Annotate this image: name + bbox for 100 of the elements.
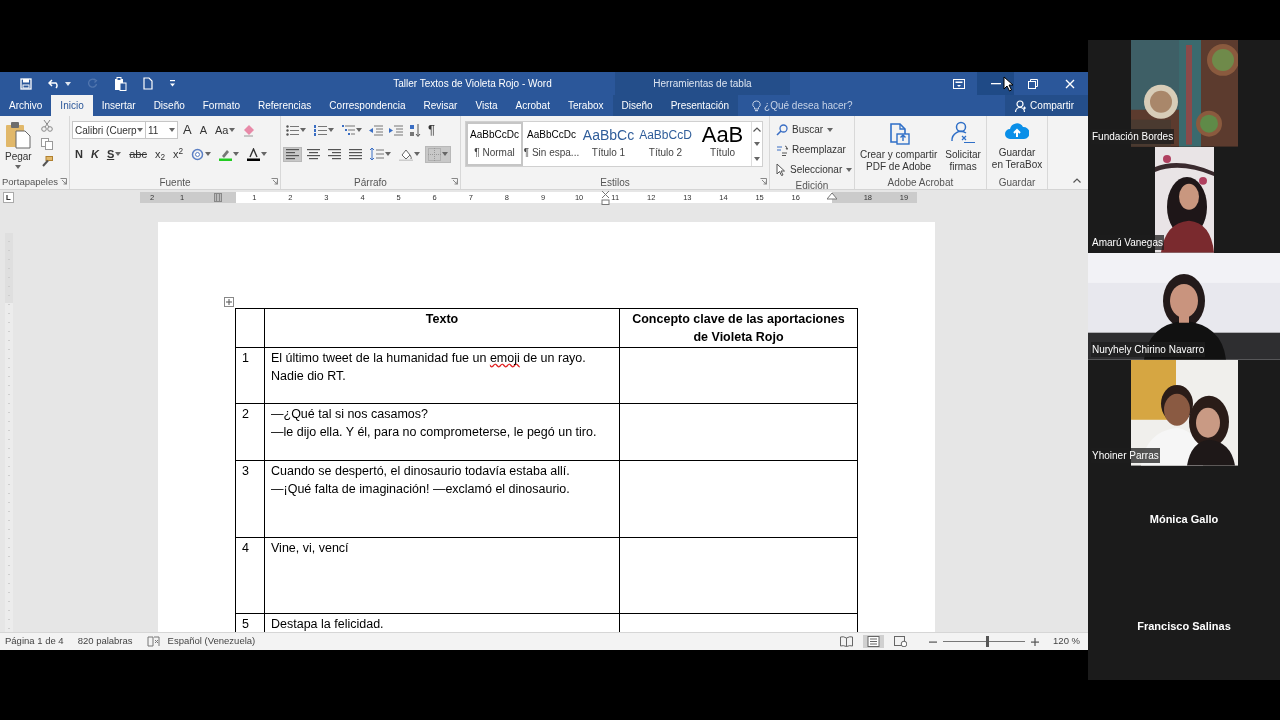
caret-icon[interactable] (65, 81, 71, 86)
bullets-button[interactable] (283, 122, 309, 138)
borders-button[interactable] (425, 145, 451, 163)
table-move-icon[interactable] (224, 297, 234, 307)
copy-icon[interactable] (40, 138, 53, 150)
ribbon-tab[interactable]: Referencias (249, 95, 321, 116)
page-count[interactable]: Página 1 de 4 (5, 634, 64, 649)
launcher-icon[interactable] (760, 178, 767, 185)
zoom-slider-thumb[interactable] (985, 636, 989, 647)
ribbon-tab[interactable]: Revisar (414, 95, 467, 116)
style-preset[interactable]: AaBbCcD Título 2 (637, 122, 694, 166)
borders-icon (428, 147, 441, 161)
language-indicator[interactable]: Español (Venezuela) (167, 634, 256, 649)
undo-icon[interactable] (48, 78, 61, 89)
caret-icon (169, 128, 175, 132)
caret-icon[interactable] (229, 128, 236, 132)
indent-marker-icon[interactable] (826, 193, 837, 202)
share-button[interactable]: Compartir (1005, 95, 1088, 116)
ribbon-tab[interactable]: Vista (466, 95, 507, 116)
decrease-indent-icon[interactable] (369, 124, 383, 136)
scissors-icon[interactable] (40, 120, 53, 132)
lightbulb-icon[interactable] (752, 99, 762, 112)
ribbon-tab[interactable]: Diseño (144, 95, 194, 116)
replace-button[interactable]: Reemplazar (775, 141, 852, 158)
style-preset[interactable]: AaBbCc Título 1 (580, 122, 637, 166)
ribbon-tab[interactable]: Diseño (612, 95, 662, 116)
format-painter-icon[interactable] (40, 156, 53, 168)
search-prompt[interactable]: ¿Qué desea hacer? (764, 98, 853, 113)
ribbon-tab[interactable]: Insertar (92, 95, 145, 116)
launcher-icon[interactable] (271, 178, 278, 185)
align-left-button[interactable] (283, 146, 302, 162)
format-button[interactable]: x$_{2}$ (152, 143, 169, 165)
align-right-button[interactable] (325, 146, 344, 162)
column-header: Texto (424, 311, 460, 328)
font-name-field[interactable]: Calibri (Cuerp (72, 121, 146, 139)
more-styles-icon[interactable] (754, 156, 760, 161)
zoom-level[interactable]: 120 % (1053, 634, 1080, 649)
create-pdf-button[interactable]: Crear y compartir PDF de Adobe (857, 118, 941, 175)
collapse-ribbon-icon[interactable] (1073, 178, 1081, 183)
save-icon[interactable] (20, 77, 32, 90)
numbering-button[interactable] (311, 122, 337, 138)
select-button[interactable]: Seleccionar (775, 161, 852, 178)
sort-icon[interactable] (409, 123, 421, 137)
format-button[interactable]: A (180, 118, 195, 142)
style-preset[interactable]: AaBbCcDc ¶ Sin espa... (523, 122, 580, 166)
format-button[interactable]: S (103, 143, 125, 165)
format-button[interactable]: A (196, 119, 210, 141)
align-left-icon (286, 148, 299, 160)
ribbon-tab[interactable]: Archivo (0, 95, 52, 116)
word-count[interactable]: 820 palabras (77, 634, 133, 649)
close-icon[interactable] (1064, 78, 1075, 89)
caret-icon[interactable] (115, 152, 122, 156)
zoom-in-icon[interactable] (1031, 637, 1040, 646)
search-icon (776, 123, 788, 136)
tab-stop-icon[interactable] (3, 192, 14, 203)
group-label: Guardar (998, 175, 1036, 190)
font-size-field[interactable]: 11 (145, 121, 178, 139)
ribbon-tab[interactable]: Formato (193, 95, 249, 116)
find-button[interactable]: Buscar (775, 121, 852, 138)
ribbon-tab[interactable]: Correspondencia (320, 95, 415, 116)
restore-icon[interactable] (1027, 78, 1038, 89)
align-center-button[interactable] (304, 146, 323, 162)
cell-text: Nadie dio RT. (271, 368, 347, 385)
multilevel-button[interactable] (339, 122, 365, 138)
save-to-cloud-button[interactable]: Guardar en TeraBox (988, 118, 1046, 175)
scroll-down-icon[interactable] (754, 142, 760, 147)
increase-indent-icon[interactable] (389, 124, 403, 136)
paste-button[interactable]: Pegar (2, 118, 35, 175)
format-button[interactable]: N (72, 143, 86, 165)
ribbon-tab[interactable]: Inicio (51, 95, 93, 116)
ribbon-tab[interactable]: Terabox (558, 95, 613, 116)
ribbon-display-icon[interactable] (952, 78, 965, 89)
customize-icon[interactable] (169, 79, 176, 88)
print-view-button[interactable] (863, 635, 885, 648)
request-signatures-button[interactable]: Solicitar firmas (942, 118, 984, 175)
ribbon-tab[interactable]: Acrobat (506, 95, 559, 116)
font-color-icon (247, 147, 261, 161)
ribbon-tab[interactable]: Presentación (661, 95, 739, 116)
format-button[interactable]: Aa (212, 119, 239, 141)
style-preset[interactable]: AaB Título (694, 122, 751, 166)
proofing-icon[interactable] (146, 636, 160, 647)
format-button[interactable]: x$^{2}$ (170, 143, 187, 165)
launcher-icon[interactable] (60, 178, 67, 185)
format-button[interactable]: abc (126, 143, 150, 165)
scroll-up-icon[interactable] (753, 127, 761, 133)
style-preset[interactable]: AaBbCcDc ¶ Normal (466, 122, 523, 166)
format-button[interactable]: ¶ (425, 118, 438, 142)
clipboard-icon[interactable] (114, 76, 127, 91)
minimize-icon[interactable] (990, 82, 1001, 85)
margin-marker-icon[interactable] (214, 193, 223, 202)
group-label: Portapapeles (2, 174, 58, 189)
justify-button[interactable] (346, 146, 365, 162)
document-icon[interactable] (143, 77, 153, 90)
format-button[interactable]: K (87, 143, 102, 165)
column-marker-icon[interactable] (601, 190, 610, 205)
spacing-button[interactable] (367, 146, 394, 162)
pdf-share-icon (887, 121, 910, 145)
select-arrow-icon (776, 163, 786, 176)
launcher-icon[interactable] (451, 178, 458, 185)
justify-icon (349, 148, 362, 160)
